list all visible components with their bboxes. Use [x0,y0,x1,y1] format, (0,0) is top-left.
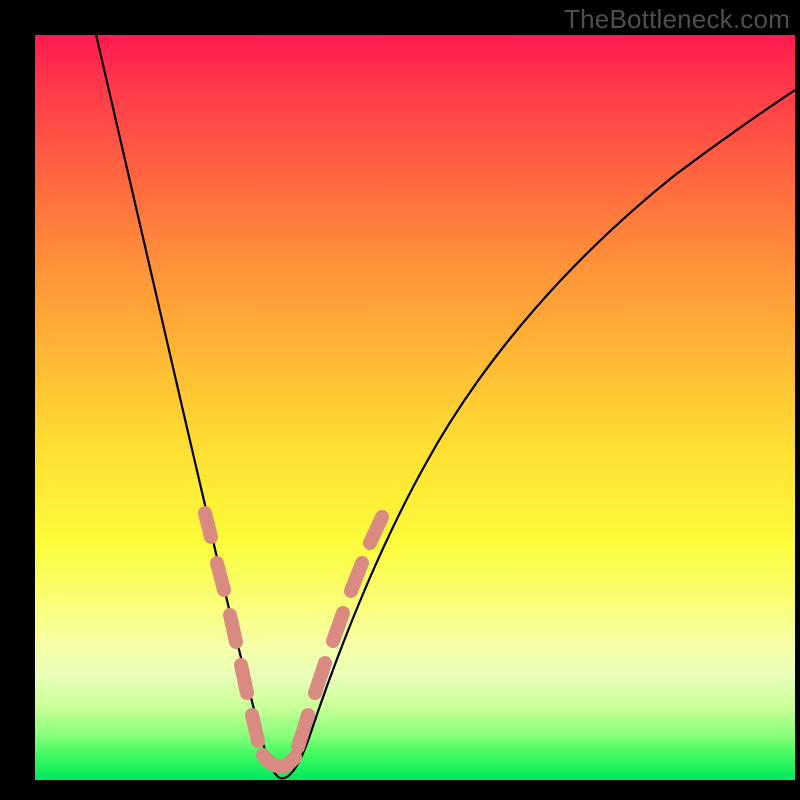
watermark-text: TheBottleneck.com [564,4,790,35]
plot-area [35,35,795,780]
chart-svg [35,35,795,780]
chart-frame: TheBottleneck.com [0,0,800,800]
highlight-left [205,513,258,741]
highlight-right [298,517,382,747]
bottleneck-curve [95,35,795,778]
highlight-bottom [263,755,295,767]
